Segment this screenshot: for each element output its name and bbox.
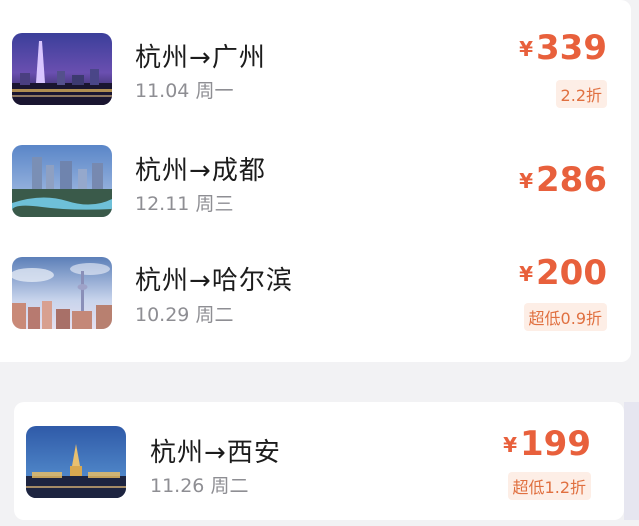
- discount-badge: 2.2折: [555, 80, 607, 108]
- route-title: 杭州→西安: [150, 438, 281, 468]
- guangzhou-thumbnail: [12, 33, 112, 105]
- trip-row-xian[interactable]: 杭州→西安 11.26 周二 ¥199 超低1.2折: [14, 402, 624, 520]
- side-edge: [624, 402, 639, 520]
- route-title: 杭州→成都: [135, 156, 266, 186]
- trip-date: 11.04 周一: [135, 80, 234, 102]
- discount-badge: 超低0.9折: [523, 303, 607, 331]
- price-label: ¥200: [519, 253, 607, 293]
- trip-row-harbin[interactable]: 杭州→哈尔滨 10.29 周二 ¥200 超低0.9折: [0, 240, 631, 340]
- trip-date: 11.26 周二: [150, 475, 249, 497]
- price-label: ¥339: [519, 28, 607, 68]
- trip-row-chengdu[interactable]: 杭州→成都 12.11 周三 ¥286: [0, 132, 631, 232]
- price-label: ¥199: [503, 424, 591, 464]
- trip-row-guangzhou[interactable]: 杭州→广州 11.04 周一 ¥339 2.2折: [0, 18, 631, 118]
- route-title: 杭州→广州: [135, 43, 266, 73]
- trip-date: 12.11 周三: [135, 193, 234, 215]
- xian-thumbnail: [26, 426, 126, 498]
- chengdu-thumbnail: [12, 145, 112, 217]
- harbin-thumbnail: [12, 257, 112, 329]
- route-title: 杭州→哈尔滨: [135, 266, 293, 296]
- flight-deals-card: 杭州→广州 11.04 周一 ¥339 2.2折 杭州→成都 12.11 周三 …: [0, 0, 631, 362]
- trip-date: 10.29 周二: [135, 304, 234, 326]
- discount-badge: 超低1.2折: [507, 472, 591, 500]
- price-label: ¥286: [519, 160, 607, 200]
